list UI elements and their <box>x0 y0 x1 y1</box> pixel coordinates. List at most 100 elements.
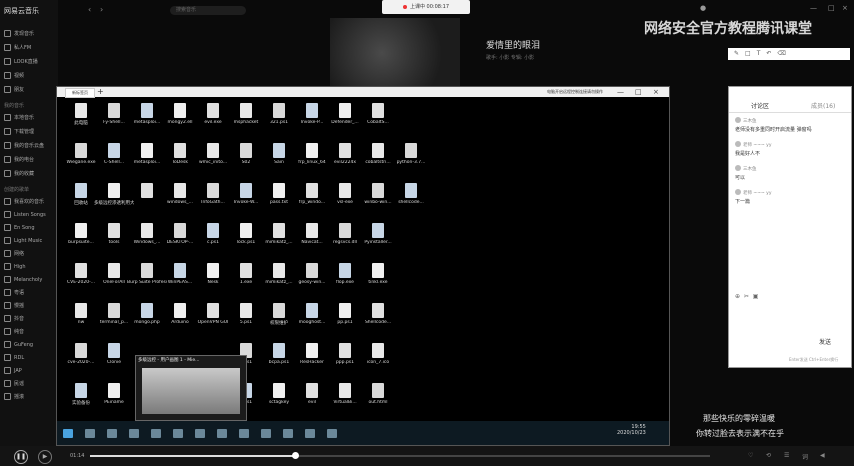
browser-icon[interactable] <box>217 429 227 438</box>
sidebar-playlist-item[interactable]: 纯音 <box>4 328 24 335</box>
share-maximize-icon[interactable]: □ <box>635 87 642 97</box>
app-logo[interactable]: 网易云音乐 <box>4 6 39 16</box>
close-icon[interactable]: × <box>842 4 848 12</box>
heart-icon[interactable]: ♡ <box>748 452 753 459</box>
tab-discussion[interactable]: 讨论区 <box>751 101 769 110</box>
sidebar-playlist-item[interactable]: 摇滚 <box>4 393 24 400</box>
app-icon[interactable] <box>283 429 293 438</box>
add-icon[interactable]: ⊕ <box>735 293 740 300</box>
send-button[interactable]: 发送 <box>819 337 831 346</box>
sidebar-item-label: 纯音 <box>14 329 25 335</box>
sidebar-playlist-item[interactable]: JAP <box>4 367 22 374</box>
start-icon[interactable] <box>63 429 73 438</box>
sidebar-playlist-item[interactable]: Melancholy <box>4 276 42 283</box>
sidebar-playlist-item[interactable]: 网络 <box>4 250 24 257</box>
desktop-icon[interactable]: Pyinstaller... <box>358 223 398 261</box>
forward-icon[interactable]: › <box>100 6 108 14</box>
sidebar-playlist-item[interactable]: 我喜欢的音乐 <box>4 198 44 205</box>
minimize-icon[interactable]: — <box>810 4 817 12</box>
tab-members[interactable]: 成员(16) <box>811 101 835 110</box>
sidebar-item-label: En Song <box>14 225 35 231</box>
file-icon <box>306 103 318 118</box>
progress-handle[interactable] <box>291 452 299 459</box>
square-icon[interactable]: □ <box>745 50 751 57</box>
sidebar-item[interactable]: 我的收藏 <box>4 170 34 177</box>
search-input[interactable]: 搜索音乐 <box>170 6 246 15</box>
sidebar-playlist-item[interactable]: GuFeng <box>4 341 33 348</box>
sidebar-playlist-item[interactable]: 粤语 <box>4 289 24 296</box>
menu-icon <box>4 315 11 322</box>
desktop-icon[interactable]: out.html <box>358 383 398 421</box>
file-icon <box>240 223 252 238</box>
pause-button[interactable]: ❚❚ <box>14 450 28 464</box>
image-icon[interactable]: ▣ <box>753 293 759 300</box>
pen-icon[interactable]: ✎ <box>734 50 739 57</box>
sidebar-item-label: 我的收藏 <box>14 171 35 177</box>
new-tab-icon[interactable]: + <box>97 87 104 97</box>
desktop-icon[interactable]: python-3.7... <box>391 143 431 181</box>
app-icon[interactable] <box>129 429 139 438</box>
sidebar-playlist-item[interactable]: En Song <box>4 224 35 231</box>
app-icon[interactable] <box>327 429 337 438</box>
file-icon <box>141 183 153 198</box>
desktop-icon[interactable]: Clonie <box>94 343 134 381</box>
sidebar-item[interactable]: 视频 <box>4 72 24 79</box>
sidebar-playlist-item[interactable]: 抖音 <box>4 315 24 322</box>
share-minimize-icon[interactable]: — <box>617 87 624 97</box>
file-icon <box>372 223 384 238</box>
avatar <box>735 165 741 171</box>
sidebar-item[interactable]: 下载管理 <box>4 128 34 135</box>
file-icon <box>273 183 285 198</box>
sidebar-item[interactable]: 朋友 <box>4 86 24 93</box>
desktop-icon[interactable]: shellcode... <box>391 183 431 221</box>
sidebar-item[interactable]: 我的电台 <box>4 156 34 163</box>
loop-icon[interactable]: ⟲ <box>766 452 771 459</box>
eraser-icon[interactable]: ⌫ <box>777 50 785 57</box>
maximize-icon[interactable]: □ <box>828 4 835 12</box>
desktop-icon[interactable]: Shellcode... <box>358 303 398 341</box>
playlist-icon[interactable]: ☰ <box>784 452 789 459</box>
next-button[interactable]: ▶ <box>38 450 52 464</box>
desktop-icon[interactable]: PEiname <box>94 383 134 421</box>
app-icon[interactable] <box>195 429 205 438</box>
app-icon[interactable] <box>305 429 315 438</box>
scissors-icon[interactable]: ✂ <box>744 293 749 300</box>
explorer-icon[interactable] <box>107 429 117 438</box>
sidebar-item[interactable]: 发现音乐 <box>4 30 34 37</box>
desktop-icon[interactable]: tinkl.exe <box>358 263 398 301</box>
sidebar-playlist-item[interactable]: 民谣 <box>4 380 24 387</box>
sidebar-item[interactable]: 私人FM <box>4 44 31 51</box>
system-clock[interactable]: 19:55 2020/10/23 <box>617 424 646 436</box>
sidebar-playlist-item[interactable]: Listen Songs <box>4 211 46 218</box>
app-icon[interactable] <box>239 429 249 438</box>
screen-share-window: 新标签页 + 电脑开启远程控制连接请勿操作 — □ × 此电脑 Fy-Shell.… <box>56 86 670 446</box>
sidebar-playlist-item[interactable]: High <box>4 263 26 270</box>
back-icon[interactable]: ‹ <box>88 6 96 14</box>
progress-bar[interactable] <box>90 452 710 459</box>
app-icon[interactable] <box>173 429 183 438</box>
share-close-icon[interactable]: × <box>653 87 659 97</box>
desktop-icon[interactable]: CobaltS... <box>358 103 398 141</box>
user-avatar[interactable]: ● <box>700 4 706 12</box>
sidebar-item-label: Melancholy <box>14 277 43 283</box>
desktop-icon[interactable]: icon_7.ico <box>358 343 398 381</box>
lyrics-icon[interactable]: 词 <box>802 452 808 461</box>
undo-icon[interactable]: ↶ <box>766 50 771 57</box>
share-title-bar: 新标签页 + 电脑开启远程控制连接请勿操作 — □ × <box>57 87 669 98</box>
sidebar-item[interactable]: LOOK直播 <box>4 58 38 65</box>
sidebar-playlist-item[interactable]: RDL <box>4 354 24 361</box>
app-icon[interactable] <box>261 429 271 438</box>
file-icon <box>108 303 120 318</box>
search-icon[interactable] <box>85 429 95 438</box>
paint-preview-popup[interactable]: 多级远控 - 用户画图 1 - Mie... <box>135 355 247 421</box>
live-status-badge[interactable]: 上课中 00:08:17 <box>382 0 470 14</box>
file-icon <box>75 103 87 118</box>
sidebar-playlist-item[interactable]: 慢摇 <box>4 302 24 309</box>
sidebar-item[interactable]: 我的音乐云盘 <box>4 142 44 149</box>
author-name: 老师 ~~~ yy <box>743 142 772 148</box>
volume-icon[interactable]: ◀ <box>820 452 825 459</box>
sidebar-item[interactable]: 本地音乐 <box>4 114 34 121</box>
sidebar-playlist-item[interactable]: Light Music <box>4 237 42 244</box>
text-icon[interactable]: T <box>757 50 761 57</box>
app-icon[interactable] <box>151 429 161 438</box>
